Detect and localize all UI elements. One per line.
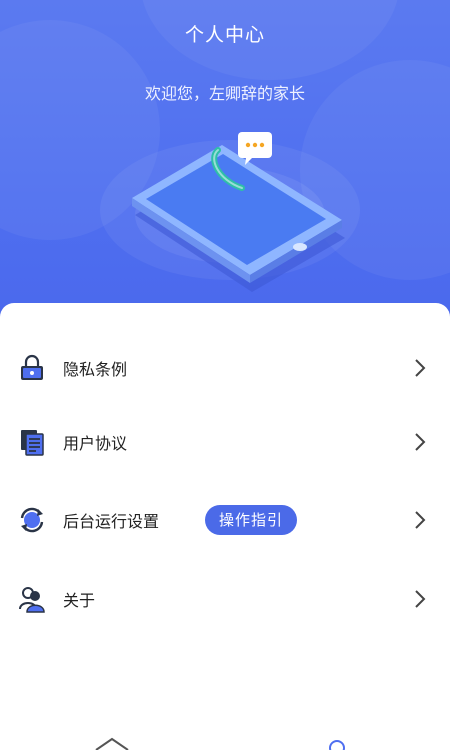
menu-item-privacy[interactable]: 隐私条例 <box>0 338 450 398</box>
chevron-right-icon <box>415 590 426 608</box>
menu-item-label: 关于 <box>63 591 96 610</box>
users-icon <box>19 587 45 613</box>
menu-item-label: 后台运行设置 <box>63 512 160 531</box>
chevron-right-icon <box>415 433 426 451</box>
menu-item-background-settings[interactable]: 后台运行设置 操作指引 <box>0 490 450 550</box>
menu-item-label: 用户协议 <box>63 434 128 453</box>
page-title: 个人中心 <box>184 24 265 46</box>
lock-icon <box>21 354 43 380</box>
welcome-message: 欢迎您，左卿辞的家长 <box>144 84 305 103</box>
profile-icon[interactable] <box>329 740 345 750</box>
menu-item-about[interactable]: 关于 <box>0 569 450 629</box>
profile-header: 个人中心 欢迎您，左卿辞的家长 <box>0 0 450 330</box>
menu-item-label: 隐私条例 <box>63 360 128 379</box>
document-icon <box>21 430 44 456</box>
settings-card: 隐私条例 用户协议 后台运行设置 操作指引 关于 <box>0 303 450 750</box>
bottom-navigation <box>95 737 345 750</box>
operation-guide-button[interactable]: 操作指引 <box>205 505 298 535</box>
chevron-right-icon <box>415 511 426 529</box>
chevron-right-icon <box>415 359 426 377</box>
phone-illustration <box>100 132 360 292</box>
home-icon[interactable] <box>95 737 129 750</box>
refresh-icon <box>20 507 44 533</box>
menu-item-user-agreement[interactable]: 用户协议 <box>0 412 450 472</box>
